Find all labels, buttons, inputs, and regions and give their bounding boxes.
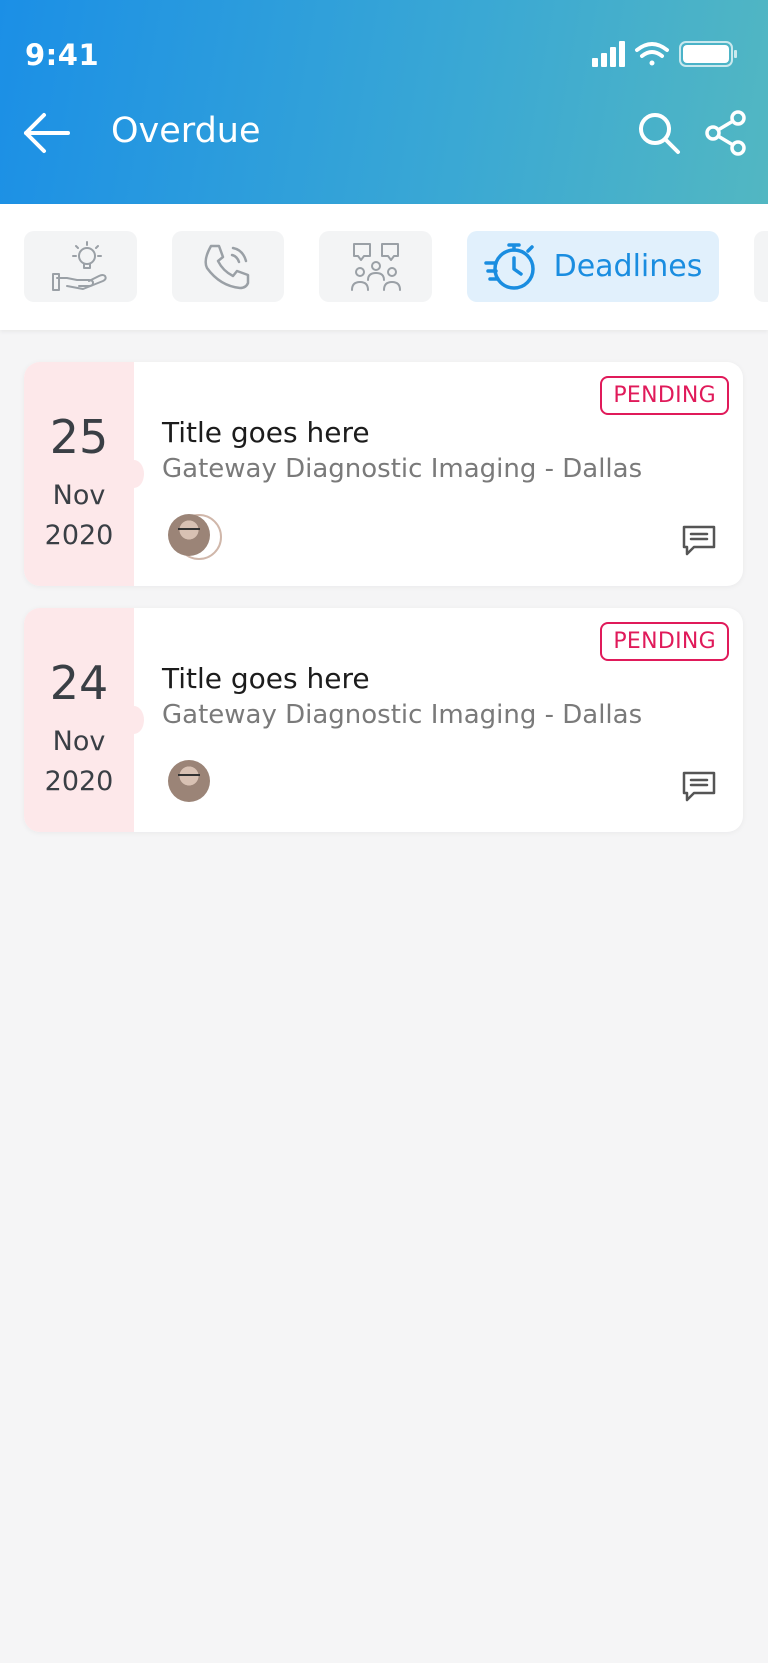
- idea-hand-icon: [51, 240, 107, 291]
- tab-label-deadlines: Deadlines: [553, 249, 703, 284]
- tab-ideas[interactable]: [24, 231, 137, 302]
- status-badge: PENDING: [600, 376, 729, 415]
- group-meeting-icon: [350, 242, 401, 291]
- date-year: 2020: [44, 520, 114, 551]
- share-icon: [705, 110, 746, 156]
- arrow-left-icon: [24, 113, 70, 153]
- tab-meetings[interactable]: [319, 231, 432, 302]
- battery-icon: [679, 41, 737, 67]
- comment-icon: [682, 525, 716, 556]
- date-year: 2020: [44, 766, 114, 797]
- share-button[interactable]: [704, 110, 748, 156]
- date-block: 24 Nov 2020: [24, 608, 134, 832]
- stopwatch-icon: [483, 242, 535, 290]
- avatar[interactable]: [168, 760, 210, 802]
- tab-calls[interactable]: [172, 231, 284, 302]
- date-notch: [124, 460, 144, 488]
- search-icon: [639, 113, 680, 154]
- card-subtitle: Gateway Diagnostic Imaging - Dallas: [162, 700, 643, 730]
- card-title: Title goes here: [162, 662, 370, 695]
- search-button[interactable]: [636, 110, 682, 156]
- wifi-icon: [635, 42, 669, 66]
- date-month: Nov: [52, 726, 106, 757]
- comment-button[interactable]: [681, 524, 717, 558]
- status-badge: PENDING: [600, 622, 729, 661]
- avatar[interactable]: [168, 514, 210, 556]
- tab-deadlines[interactable]: Deadlines: [467, 231, 719, 302]
- phone-call-icon: [204, 244, 250, 289]
- date-month: Nov: [52, 480, 106, 511]
- category-tabbar: Deadlines: [0, 204, 768, 330]
- card-title: Title goes here: [162, 416, 370, 449]
- card-subtitle: Gateway Diagnostic Imaging - Dallas: [162, 454, 643, 484]
- page-title: Overdue: [111, 111, 261, 151]
- status-icons: [592, 41, 737, 67]
- back-button[interactable]: [22, 110, 72, 156]
- comment-button[interactable]: [681, 770, 717, 804]
- signal-icon: [592, 41, 625, 67]
- date-notch: [124, 706, 144, 734]
- date-day: 24: [49, 656, 109, 710]
- date-block: 25 Nov 2020: [24, 362, 134, 586]
- status-time: 9:41: [25, 38, 100, 72]
- deadline-card[interactable]: 25 Nov 2020 PENDING Title goes here Gate…: [24, 362, 743, 586]
- app-header: 9:41 Overdue: [0, 0, 768, 204]
- date-day: 25: [49, 410, 109, 464]
- tab-more[interactable]: [754, 231, 768, 302]
- deadline-card[interactable]: 24 Nov 2020 PENDING Title goes here Gate…: [24, 608, 743, 832]
- comment-icon: [682, 771, 716, 802]
